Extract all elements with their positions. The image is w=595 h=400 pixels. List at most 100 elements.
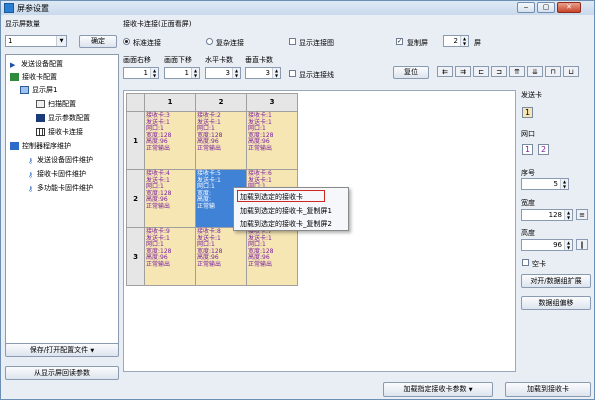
menu-item-load-copy1[interactable]: 加载到选定的接收卡_复制屏1 (240, 206, 332, 216)
copy-screen-label: 复制屏 (407, 39, 428, 47)
maximize-button[interactable]: ▢ (537, 2, 555, 13)
load-specified-params-button[interactable]: 加载指定接收卡参数 ▼ (383, 382, 493, 397)
seq-label: 序号 (521, 169, 535, 177)
empty-card-label: 空卡 (532, 260, 546, 268)
column-header: 3 (246, 93, 298, 112)
config-tree: ▶ 发送设备配置 接收卡配置 显示屏1 扫描配置 显示参数配置 接收卡连接 控制器… (5, 54, 119, 344)
empty-card-checkbox[interactable] (522, 259, 529, 266)
tree-item-label: 发送设备固件维护 (37, 156, 93, 164)
tree-item-receiver-firmware[interactable]: ⚷ 接收卡固件维护 (28, 169, 86, 179)
complex-connection-radio[interactable] (206, 38, 213, 45)
context-menu: 加载到选定的接收卡 加载到选定的接收卡_复制屏1 加载到选定的接收卡_复制屏2 (233, 187, 349, 231)
pattern-snake-right-icon[interactable]: ⊐ (491, 66, 507, 77)
card-cell[interactable]: 接收卡:7 发送卡:1 网口:1 宽度:128 高度:96 正常输出 (246, 227, 298, 286)
card-cell[interactable]: 接收卡:8 发送卡:1 网口:1 宽度:128 高度:96 正常输出 (195, 227, 247, 286)
tree-item-send-firmware[interactable]: ⚷ 发送设备固件维护 (28, 155, 93, 165)
card-cell[interactable]: 接收卡:4 发送卡:1 网口:1 宽度:128 高度:96 正常输出 (144, 169, 196, 228)
copy-screen-value: 2 (453, 37, 458, 45)
align-expand-button[interactable]: 对开/数据组扩展 (521, 274, 591, 288)
tree-item-label: 显示屏1 (32, 86, 58, 94)
seq-spinner[interactable]: 5 ▲ ▼ (521, 178, 569, 190)
cell-text: 接收卡:1 发送卡:1 网口:1 宽度:128 高度:96 正常输出 (248, 112, 274, 152)
card-cell[interactable]: 接收卡:9 发送卡:1 网口:1 宽度:128 高度:96 正常输出 (144, 227, 196, 286)
tree-item-receiver-config[interactable]: 接收卡配置 (10, 72, 57, 82)
show-lines-label: 显示连接线 (299, 71, 334, 79)
pattern-snake-left-icon[interactable]: ⊏ (473, 66, 489, 77)
row-header: 3 (126, 227, 145, 286)
tree-item-label: 显示参数配置 (48, 114, 90, 122)
tree-item-multifunction-firmware[interactable]: ⚷ 多功能卡固件维护 (28, 183, 93, 193)
show-diagram-label: 显示连接图 (299, 39, 334, 47)
cell-text: 接收卡:4 发送卡:1 网口:1 宽度:128 高度:96 正常输出 (146, 170, 172, 210)
menu-item-load-copy2[interactable]: 加载到选定的接收卡_复制屏2 (240, 219, 332, 229)
port-label: 网口 (521, 130, 535, 138)
confirm-button[interactable]: 确定 (79, 35, 117, 48)
tree-item-controller-maintenance[interactable]: 控制器程序维护 (10, 141, 71, 151)
controller-icon (10, 142, 19, 150)
cell-text: 接收卡:9 发送卡:1 网口:1 宽度:128 高度:96 正常输出 (146, 228, 172, 268)
minimize-button[interactable]: ‒ (517, 2, 535, 13)
triangle-icon: ▶ (10, 61, 16, 69)
tree-item-receiver-connection[interactable]: 接收卡连接 (36, 127, 83, 137)
load-to-card-button[interactable]: 加载到接收卡 (505, 382, 591, 397)
h-count-label: 水平卡数 (205, 56, 233, 64)
cell-text: 接收卡:7 发送卡:1 网口:1 宽度:128 高度:96 正常输出 (248, 228, 274, 268)
tree-item-send-device[interactable]: ▶ 发送设备配置 (10, 59, 63, 69)
spinner-arrows-icon: ▲ ▼ (232, 68, 240, 78)
width-label: 宽度 (521, 199, 535, 207)
grid-corner (126, 93, 145, 112)
readback-button[interactable]: 从显示屏回读参数 (5, 366, 119, 380)
tree-item-scan-config[interactable]: 扫描配置 (36, 99, 76, 109)
copy-screen-checkbox[interactable]: ✓ (396, 38, 403, 45)
display-params-icon (36, 114, 45, 122)
right-move-spinner[interactable]: 1 ▲ ▼ (123, 67, 159, 79)
card-cell[interactable]: 接收卡:2 发送卡:1 网口:1 宽度:128 高度:96 正常输出 (195, 111, 247, 170)
spinner-arrows-icon: ▲ ▼ (560, 179, 568, 189)
pattern-right-icon[interactable]: ⇉ (455, 66, 471, 77)
column-header: 2 (195, 93, 247, 112)
v-count-spinner[interactable]: 3 ▲ ▼ (245, 67, 281, 79)
pattern-snake-up-icon[interactable]: ⊓ (545, 66, 561, 77)
card-cell[interactable]: 接收卡:1 发送卡:1 网口:1 宽度:128 高度:96 正常输出 (246, 111, 298, 170)
port-swatch-1[interactable]: 1 (522, 144, 533, 155)
standard-connection-radio[interactable] (123, 38, 130, 45)
tree-item-display-params[interactable]: 显示参数配置 (36, 113, 90, 123)
height-equal-icon[interactable]: ‖ (576, 239, 588, 250)
show-lines-checkbox[interactable] (289, 70, 296, 77)
close-button[interactable]: ✕ (557, 2, 581, 13)
h-count-spinner[interactable]: 3 ▲ ▼ (205, 67, 241, 79)
height-spinner[interactable]: 96 ▲ ▼ (521, 239, 573, 251)
width-spinner[interactable]: 128 ▲ ▼ (521, 209, 573, 221)
key-icon: ⚷ (28, 157, 34, 165)
show-diagram-checkbox[interactable] (289, 38, 296, 45)
width-equal-icon[interactable]: ≡ (576, 209, 588, 220)
card-cell[interactable]: 接收卡:3 发送卡:1 网口:1 宽度:128 高度:96 正常输出 (144, 111, 196, 170)
send-card-label: 发送卡 (521, 91, 542, 99)
save-open-config-button[interactable]: 保存/打开配置文件 ▼ (5, 343, 119, 357)
menu-item-load-selected[interactable]: 加载到选定的接收卡 (240, 192, 303, 202)
pattern-up-icon[interactable]: ⇈ (509, 66, 525, 77)
pattern-down-icon[interactable]: ⇊ (527, 66, 543, 77)
tree-item-label: 接收卡连接 (48, 128, 83, 136)
layout-pattern-buttons: ⇇ ⇉ ⊏ ⊐ ⇈ ⇊ ⊓ ⊔ (437, 65, 582, 80)
down-move-spinner[interactable]: 1 ▲ ▼ (164, 67, 200, 79)
key-icon: ⚷ (28, 171, 34, 179)
h-count-value: 3 (225, 69, 230, 77)
copy-screen-spinner[interactable]: 2 ▲ ▼ (443, 35, 469, 47)
display-count-select[interactable]: 1 ▼ (5, 35, 67, 47)
seq-value: 5 (553, 180, 558, 188)
data-shift-button[interactable]: 数据组偏移 (521, 296, 591, 310)
reset-button[interactable]: 复位 (393, 66, 429, 79)
save-open-config-label: 保存/打开配置文件 (29, 346, 89, 354)
column-header: 1 (144, 93, 196, 112)
pattern-snake-down-icon[interactable]: ⊔ (563, 66, 579, 77)
pattern-left-icon[interactable]: ⇇ (437, 66, 453, 77)
left-panel: 显示屏数量 1 ▼ 确定 ▶ 发送设备配置 接收卡配置 显示屏1 扫描配置 显示参… (3, 16, 119, 399)
title-bar: 屏参设置 ‒ ▢ ✕ (1, 1, 594, 15)
tree-item-display1[interactable]: 显示屏1 (20, 85, 57, 95)
spinner-arrows-icon: ▲ ▼ (191, 68, 199, 78)
port-swatch-2[interactable]: 2 (538, 144, 549, 155)
card-icon (10, 73, 19, 81)
send-card-swatch[interactable]: 1 (522, 107, 533, 118)
app-icon (4, 3, 14, 13)
